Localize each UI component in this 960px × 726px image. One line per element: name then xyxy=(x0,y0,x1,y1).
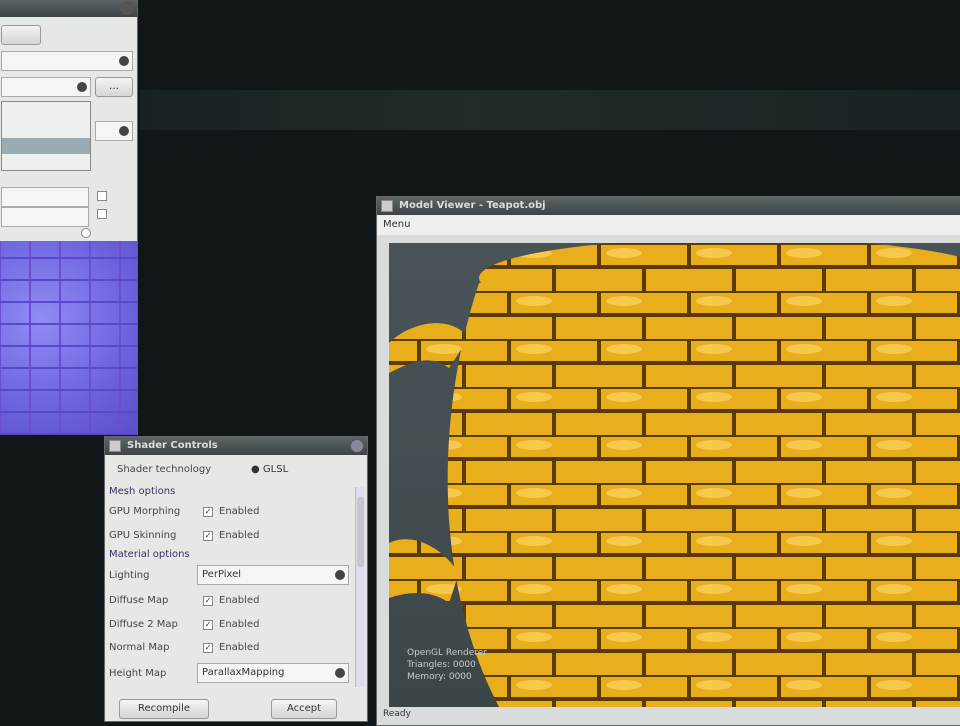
teapot-handle xyxy=(389,323,469,373)
normal-map-preview xyxy=(0,241,137,435)
height-map-select[interactable]: ParallaxMapping xyxy=(197,663,349,683)
teapot-model xyxy=(389,243,960,707)
option-select[interactable] xyxy=(95,121,133,141)
chevron-down-icon xyxy=(335,668,345,678)
list-item-selected[interactable] xyxy=(2,138,90,154)
texture-select[interactable] xyxy=(1,51,133,71)
render-stats: OpenGL Renderer Triangles: 0000 Memory: … xyxy=(407,648,487,682)
scrollbar[interactable] xyxy=(355,487,365,687)
checkbox-1[interactable] xyxy=(97,191,107,201)
app-icon xyxy=(109,440,121,452)
recompile-button[interactable]: Recompile xyxy=(119,699,209,719)
lighting-select[interactable]: PerPixel xyxy=(197,565,349,585)
browse-button[interactable]: … xyxy=(95,77,133,97)
accept-button[interactable]: Accept xyxy=(271,699,337,719)
close-icon[interactable] xyxy=(120,1,134,15)
value-input-2[interactable] xyxy=(1,207,89,227)
shader-controls-window: Shader Controls Shader technology ● GLSL… xyxy=(104,436,368,722)
glsl-radio[interactable]: ● GLSL xyxy=(251,464,288,475)
texture-window: … xyxy=(0,0,138,435)
gpu-morphing-checkbox[interactable]: ✓ xyxy=(203,507,213,517)
close-icon[interactable] xyxy=(350,439,364,453)
options-panel: Mesh options GPU Morphing ✓ Enabled GPU … xyxy=(105,481,353,695)
checkbox-2[interactable] xyxy=(97,209,107,219)
viewport-3d[interactable]: OpenGL Renderer Triangles: 0000 Memory: … xyxy=(389,243,960,707)
chevron-down-icon xyxy=(77,82,87,92)
chevron-down-icon xyxy=(119,56,129,66)
menu-bar: Menu xyxy=(377,215,960,235)
texture-window-titlebar[interactable] xyxy=(0,0,137,17)
texture-list[interactable] xyxy=(1,101,91,171)
value-input-1[interactable] xyxy=(1,187,89,207)
shader-controls-titlebar[interactable]: Shader Controls xyxy=(105,437,367,455)
model-viewer-window: Model Viewer - Teapot.obj Menu OpenGL Re… xyxy=(376,196,960,726)
status-bar: Ready xyxy=(383,709,411,719)
menu-item[interactable]: Menu xyxy=(383,219,410,230)
radio-button[interactable] xyxy=(81,228,91,238)
normal-map-checkbox[interactable]: ✓ xyxy=(203,643,213,653)
tab-button[interactable] xyxy=(1,25,41,45)
diffuse-map-checkbox[interactable]: ✓ xyxy=(203,596,213,606)
model-viewer-titlebar[interactable]: Model Viewer - Teapot.obj xyxy=(377,197,960,215)
chevron-down-icon xyxy=(119,126,129,136)
app-icon xyxy=(381,200,393,212)
teapot-body xyxy=(447,263,960,707)
chevron-down-icon xyxy=(335,570,345,580)
teapot-spout xyxy=(389,539,459,603)
gpu-skinning-checkbox[interactable]: ✓ xyxy=(203,531,213,541)
scrollbar-thumb[interactable] xyxy=(357,497,364,567)
background-desktop xyxy=(140,90,960,130)
diffuse2-map-checkbox[interactable]: ✓ xyxy=(203,620,213,630)
channel-select[interactable] xyxy=(1,77,91,97)
